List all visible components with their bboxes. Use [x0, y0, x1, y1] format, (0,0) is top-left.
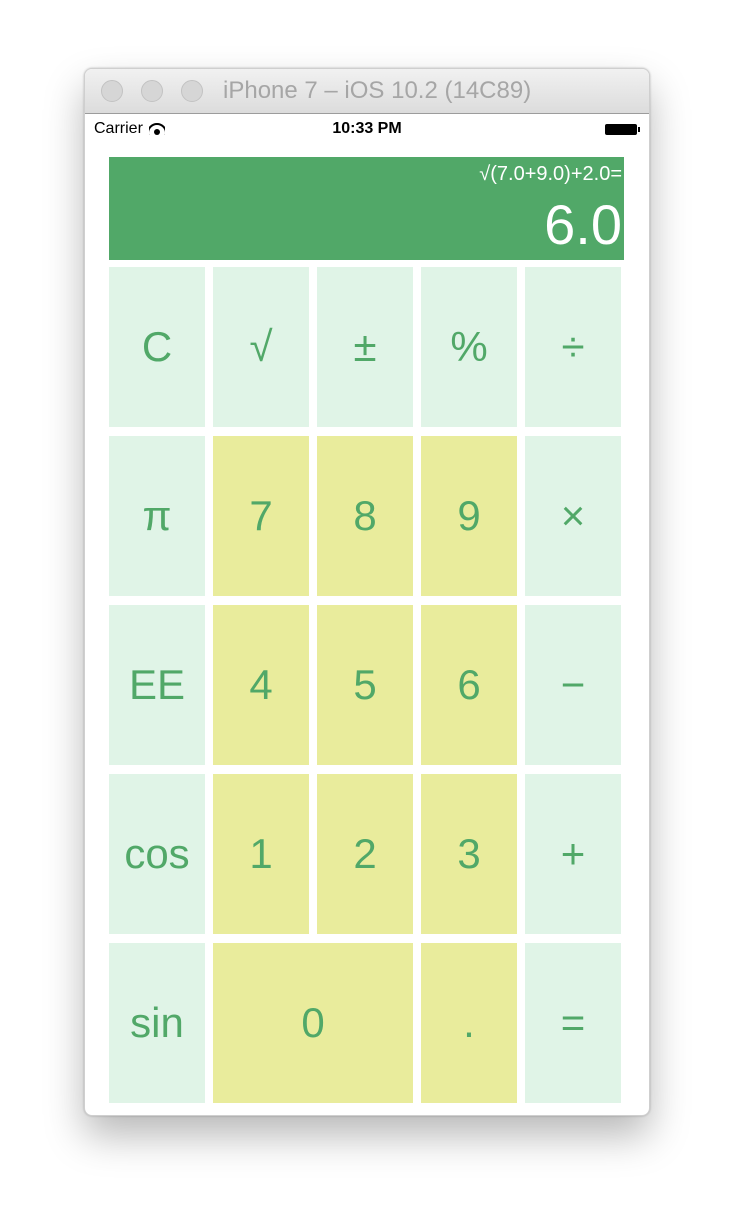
battery-icon: [605, 124, 640, 135]
digit-0-button[interactable]: 0: [213, 943, 413, 1103]
divide-button[interactable]: ÷: [525, 267, 621, 427]
plus-button[interactable]: +: [525, 774, 621, 934]
window-titlebar: iPhone 7 – iOS 10.2 (14C89): [85, 69, 649, 114]
keypad: C √ ± % ÷ π 7 8 9 × EE 4 5 6 − cos 1 2 3…: [109, 267, 624, 1103]
digit-2-button[interactable]: 2: [317, 774, 413, 934]
minus-button[interactable]: −: [525, 605, 621, 765]
zoom-window-button[interactable]: [181, 80, 203, 102]
digit-7-button[interactable]: 7: [213, 436, 309, 596]
cos-button[interactable]: cos: [109, 774, 205, 934]
digit-6-button[interactable]: 6: [421, 605, 517, 765]
status-time: 10:33 PM: [332, 120, 402, 137]
expression-text: √(7.0+9.0)+2.0=: [479, 163, 622, 185]
percent-button[interactable]: %: [421, 267, 517, 427]
calculator-display: √(7.0+9.0)+2.0= 6.0: [109, 157, 624, 260]
digit-5-button[interactable]: 5: [317, 605, 413, 765]
digit-9-button[interactable]: 9: [421, 436, 517, 596]
minimize-window-button[interactable]: [141, 80, 163, 102]
clear-button[interactable]: C: [109, 267, 205, 427]
ee-button[interactable]: EE: [109, 605, 205, 765]
status-bar: Carrier 10:33 PM: [85, 115, 649, 143]
multiply-button[interactable]: ×: [525, 436, 621, 596]
close-window-button[interactable]: [101, 80, 123, 102]
equals-button[interactable]: =: [525, 943, 621, 1103]
digit-1-button[interactable]: 1: [213, 774, 309, 934]
window-title: iPhone 7 – iOS 10.2 (14C89): [223, 77, 532, 104]
pi-button[interactable]: π: [109, 436, 205, 596]
sin-button[interactable]: sin: [109, 943, 205, 1103]
digit-4-button[interactable]: 4: [213, 605, 309, 765]
plus-minus-button[interactable]: ±: [317, 267, 413, 427]
simulator-window: iPhone 7 – iOS 10.2 (14C89) Carrier 10:3…: [84, 68, 650, 1116]
sqrt-button[interactable]: √: [213, 267, 309, 427]
result-text: 6.0: [544, 193, 622, 256]
digit-8-button[interactable]: 8: [317, 436, 413, 596]
decimal-button[interactable]: .: [421, 943, 517, 1103]
digit-3-button[interactable]: 3: [421, 774, 517, 934]
